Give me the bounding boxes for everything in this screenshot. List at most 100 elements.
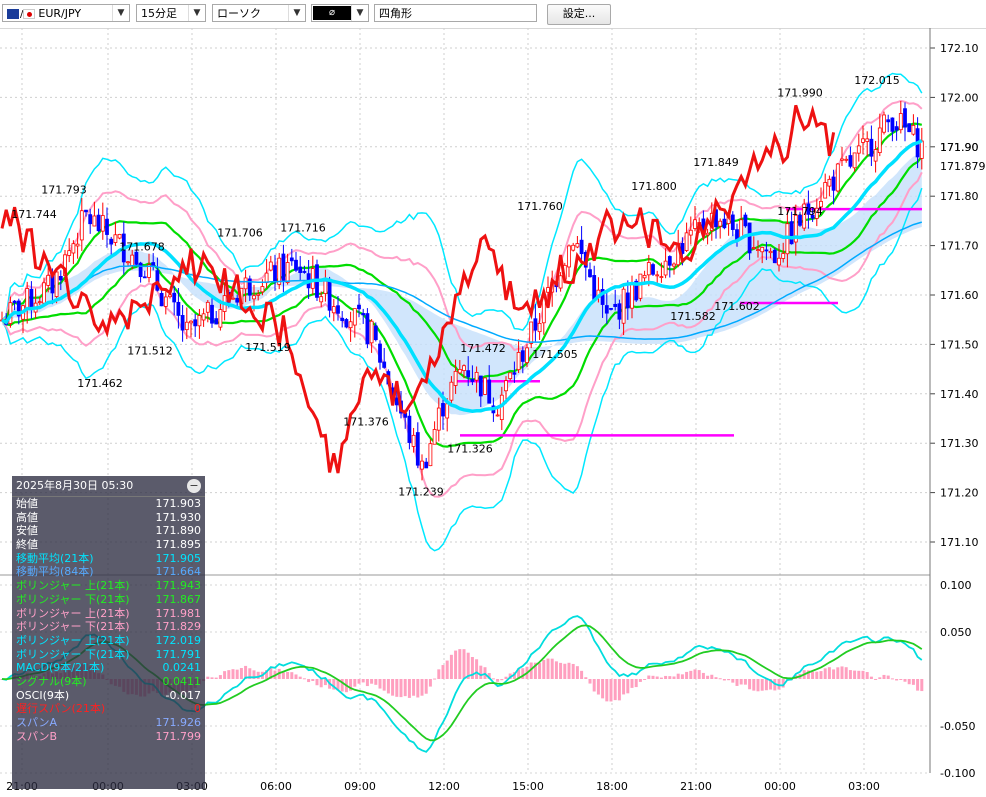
osci-bar <box>416 679 420 698</box>
collapse-icon[interactable]: − <box>187 479 201 493</box>
candle-body <box>428 443 433 467</box>
osci-bar <box>256 671 260 679</box>
price-annotation: 172.015 <box>854 74 900 87</box>
candle-body <box>180 315 185 331</box>
osci-bar <box>218 675 222 679</box>
chevron-down-icon[interactable]: ▼ <box>351 5 368 21</box>
info-row-value: 171.895 <box>155 538 202 552</box>
candle-body <box>730 214 735 230</box>
osci-bar <box>668 676 672 679</box>
price-annotation: 171.744 <box>11 208 57 221</box>
candle-body <box>256 293 261 296</box>
osci-bar <box>601 679 605 699</box>
osci-bar <box>223 671 227 679</box>
timeframe-select[interactable]: 15分足 ▼ <box>136 4 206 22</box>
candle-body <box>235 297 240 303</box>
candle-body <box>848 155 853 167</box>
candle-body <box>155 270 160 291</box>
info-row: 移動平均(84本) 171.664 <box>12 565 205 579</box>
candle-body <box>504 380 508 392</box>
info-row-label: ボリンジャー 下(21本) <box>16 620 130 634</box>
osci-bar <box>899 679 903 680</box>
price-annotation: 171.462 <box>77 377 123 390</box>
osci-bar <box>378 679 382 689</box>
candle-body <box>516 352 521 371</box>
osci-bar <box>869 676 873 679</box>
chevron-down-icon[interactable]: ▼ <box>188 5 205 21</box>
time-label: 03:00 <box>848 780 880 793</box>
info-row-label: MACD(9本/21本) <box>16 661 105 675</box>
osci-bar <box>298 676 302 679</box>
osci-bar <box>643 679 647 680</box>
price-annotation: 171.716 <box>280 222 326 235</box>
candle-body <box>218 309 223 328</box>
osci-bar <box>567 662 571 679</box>
candle-body <box>163 296 168 307</box>
osci-bar <box>848 670 852 679</box>
osci-bar <box>563 663 567 679</box>
osci-bar <box>500 679 504 681</box>
info-row-label: スパンA <box>16 716 58 729</box>
candle-body <box>201 313 206 321</box>
osci-bar <box>412 679 416 696</box>
osci-bar <box>496 679 500 682</box>
osci-bar <box>227 670 231 679</box>
osci-bar <box>647 675 651 679</box>
info-row-value: 171.791 <box>155 647 202 661</box>
price-label: 171.60 <box>940 289 979 302</box>
osci-bar <box>920 679 924 692</box>
osci-bar <box>836 667 840 679</box>
osci-bar <box>685 671 689 679</box>
osci-bar <box>206 676 210 679</box>
chart-type-select[interactable]: ローソク ▼ <box>212 4 306 22</box>
info-row: シグナル(9本) 0.0411 <box>12 675 205 689</box>
candle-body <box>243 277 248 290</box>
symbol-select[interactable]: / EUR/JPY ▼ <box>2 4 130 22</box>
candle-body <box>310 268 315 289</box>
candle-body <box>75 243 80 247</box>
candle-body <box>268 261 273 271</box>
candle-body <box>919 140 924 159</box>
info-row-value: 171.981 <box>155 606 202 620</box>
candle-body <box>844 158 849 161</box>
osci-bar <box>714 677 718 679</box>
candle-body <box>478 375 483 397</box>
osci-bar <box>832 669 836 679</box>
candle-body <box>571 244 576 251</box>
osci-bar <box>638 679 642 682</box>
candle-body <box>319 296 324 303</box>
osci-bar <box>651 675 655 679</box>
candle-body <box>739 219 744 238</box>
price-label: 171.40 <box>940 388 979 401</box>
osci-bar <box>916 679 920 691</box>
candle-body <box>525 347 529 363</box>
chevron-down-icon[interactable]: ▼ <box>112 5 129 21</box>
osci-bar <box>235 669 239 679</box>
candle-body <box>835 163 840 192</box>
osci-bar <box>407 679 411 698</box>
osci-bar <box>538 663 542 679</box>
price-annotation: 171.706 <box>217 227 263 240</box>
candle-body <box>646 262 651 276</box>
osci-bar <box>462 649 466 679</box>
chevron-down-icon[interactable]: ▼ <box>288 5 305 21</box>
shape-name-field[interactable]: 四角形 <box>374 4 537 22</box>
current-price-label: 171.879 <box>940 160 986 173</box>
macd-label: 0.100 <box>940 579 972 592</box>
candle-body <box>88 214 93 225</box>
osci-bar <box>428 679 432 687</box>
candle-body <box>688 229 693 236</box>
osci-bar <box>214 677 218 679</box>
drawing-tool-select[interactable]: ⌀ ▼ <box>311 4 369 22</box>
candle-body <box>260 286 265 293</box>
settings-button[interactable]: 設定... <box>547 4 611 25</box>
time-label: 21:00 <box>680 780 712 793</box>
osci-bar <box>475 659 479 679</box>
candle-body <box>512 372 517 375</box>
price-label: 172.10 <box>940 42 979 55</box>
candle-body <box>365 313 370 345</box>
osci-bar <box>748 679 752 690</box>
candle-body <box>407 415 412 443</box>
price-annotation: 171.793 <box>41 184 87 197</box>
price-annotation: 171.760 <box>517 200 563 213</box>
